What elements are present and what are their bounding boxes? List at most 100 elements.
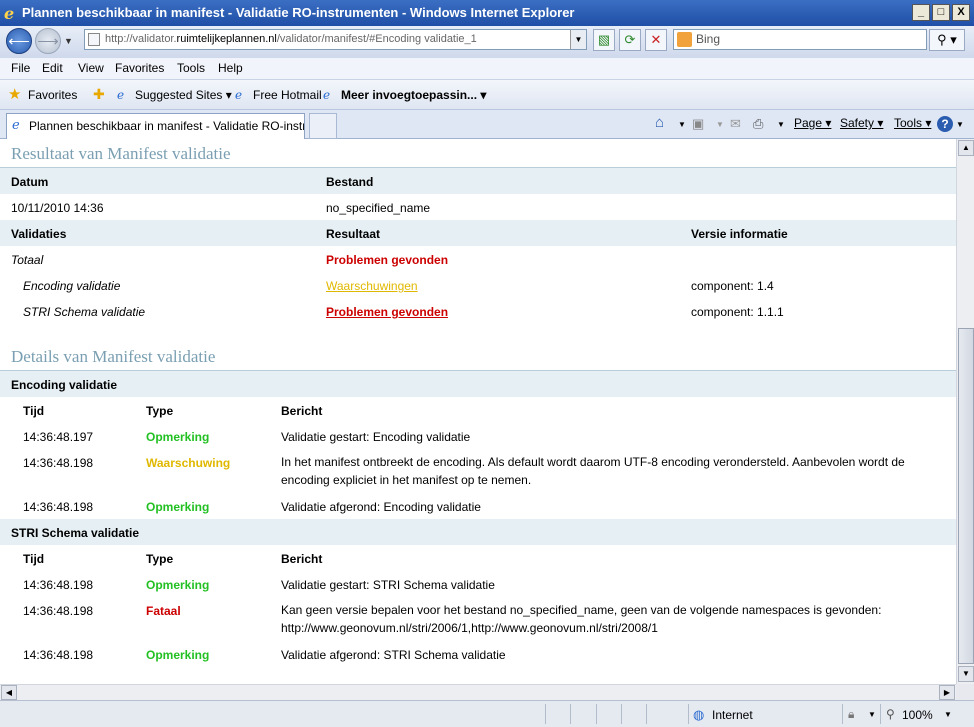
page-content: Resultaat van Manifest validatie Datum B… — [0, 139, 956, 684]
stop-icon[interactable]: ✕ — [645, 29, 667, 51]
protected-mode-icon[interactable]: 🔒︎ — [848, 707, 854, 722]
result-section-title: Resultaat van Manifest validatie — [11, 144, 231, 163]
page-icon — [88, 33, 100, 46]
print-dropdown-icon[interactable]: ▼ — [777, 120, 785, 129]
scroll-left-icon[interactable]: ◀ — [1, 685, 17, 700]
refresh-icon[interactable]: ⟳ — [619, 29, 641, 51]
validation-version: component: 1.1.1 — [691, 305, 784, 319]
ie-logo-icon: e — [4, 4, 15, 23]
tools-menu[interactable]: Tools ▾ — [894, 116, 931, 130]
col-bericht: Bericht — [281, 552, 323, 566]
zoom-level[interactable]: 100% — [902, 708, 933, 722]
stri-title: STRI Schema validatie — [11, 526, 140, 540]
free-hotmail-link[interactable]: Free Hotmail — [253, 88, 322, 102]
status-divider — [688, 704, 689, 724]
new-tab-button[interactable] — [309, 113, 337, 139]
search-input[interactable]: Bing — [673, 29, 927, 50]
add-favorite-icon[interactable]: ✚ — [93, 86, 105, 103]
help-dropdown-icon[interactable]: ▼ — [956, 120, 964, 129]
page-menu[interactable]: Page ▾ — [794, 116, 831, 130]
menu-help[interactable]: Help — [218, 61, 243, 75]
forward-button[interactable]: ⟶ — [35, 28, 61, 54]
ie-icon: e — [323, 88, 331, 102]
msg-type: Opmerking — [146, 500, 210, 514]
msg-text: Validatie gestart: STRI Schema validatie — [281, 578, 495, 592]
home-icon[interactable]: ⌂ — [655, 114, 664, 131]
vertical-scrollbar[interactable]: ▲ ▼ — [956, 139, 974, 684]
col-type: Type — [146, 552, 174, 566]
search-button[interactable]: ⚲ ▾ — [929, 29, 965, 51]
address-dropdown-icon[interactable]: ▼ — [570, 30, 586, 49]
scroll-thumb[interactable] — [958, 328, 974, 664]
encoding-title: Encoding validatie — [11, 378, 118, 392]
msg-type: Waarschuwing — [146, 456, 231, 470]
scroll-right-icon[interactable]: ▶ — [939, 685, 955, 700]
status-divider — [621, 704, 622, 724]
url-domain: ruimtelijkeplannen.nl — [176, 33, 277, 45]
tab-title: Plannen beschikbaar in manifest - Valida… — [29, 119, 305, 133]
validation-result-link[interactable]: Problemen gevonden — [326, 305, 448, 319]
ie-icon: e — [12, 118, 20, 133]
feeds-icon[interactable]: ▣ — [692, 116, 704, 132]
horizontal-scrollbar[interactable]: ◀ ▶ — [0, 684, 956, 700]
minimize-button[interactable]: _ — [912, 4, 930, 21]
col-tijd: Tijd — [23, 404, 45, 418]
address-input[interactable]: http://validator.ruimtelijkeplannen.nl/v… — [84, 29, 587, 50]
msg-text: Kan geen versie bepalen voor het bestand… — [281, 603, 882, 635]
col-versie: Versie informatie — [691, 227, 788, 241]
msg-text: Validatie gestart: Encoding validatie — [281, 430, 471, 444]
help-icon[interactable]: ? — [937, 116, 953, 132]
print-icon[interactable]: ⎙ — [753, 116, 763, 132]
feeds-dropdown-icon[interactable]: ▼ — [716, 120, 724, 129]
subsection-band — [0, 519, 956, 545]
search-placeholder: Bing — [696, 32, 721, 46]
tab-bar: e Plannen beschikbaar in manifest - Vali… — [0, 110, 974, 139]
menu-edit[interactable]: Edit — [42, 61, 63, 75]
back-button[interactable]: ⟵ — [6, 28, 32, 54]
details-section-title: Details van Manifest validatie — [11, 347, 216, 366]
msg-time: 14:36:48.198 — [23, 648, 94, 662]
header-band — [0, 220, 956, 246]
tab-active[interactable]: e Plannen beschikbaar in manifest - Vali… — [6, 113, 305, 139]
validation-name: Totaal — [11, 253, 44, 267]
compatibility-view-icon[interactable]: ▧ — [593, 29, 615, 51]
bestand-value: no_specified_name — [326, 201, 431, 215]
url-prefix: http://validator. — [105, 33, 177, 45]
scroll-up-icon[interactable]: ▲ — [958, 140, 974, 156]
scroll-corner — [956, 684, 974, 700]
col-bericht: Bericht — [281, 404, 323, 418]
msg-time: 14:36:48.198 — [23, 456, 94, 470]
col-validaties: Validaties — [11, 227, 67, 241]
favorites-bar: ★ Favorites ✚ e Suggested Sites ▾ e Free… — [0, 80, 974, 110]
zoom-dropdown-icon[interactable]: ▼ — [944, 710, 952, 719]
validation-name: Encoding validatie — [23, 279, 121, 293]
url-suffix: /validator/manifest/#Encoding validatie_… — [276, 33, 477, 45]
menu-view[interactable]: View — [78, 61, 104, 75]
favorites-star-icon[interactable]: ★ — [8, 85, 21, 103]
suggested-sites-link[interactable]: Suggested Sites ▾ — [135, 88, 232, 102]
safety-menu[interactable]: Safety ▾ — [840, 116, 883, 130]
validation-result: Problemen gevonden — [326, 253, 449, 267]
col-type: Type — [146, 404, 174, 418]
validation-result-link[interactable]: Waarschuwingen — [326, 279, 418, 293]
address-toolbar: ⟵ ⟶ ▼ http://validator.ruimtelijkeplanne… — [0, 26, 974, 58]
favorites-button[interactable]: Favorites — [28, 88, 77, 102]
menu-bar: File Edit View Favorites Tools Help — [0, 58, 974, 80]
home-dropdown-icon[interactable]: ▼ — [678, 120, 686, 129]
menu-tools[interactable]: Tools — [177, 61, 205, 75]
zoom-icon[interactable]: ⚲ — [886, 707, 895, 721]
mail-icon[interactable]: ✉ — [730, 116, 741, 132]
menu-favorites[interactable]: Favorites — [115, 61, 164, 75]
menu-file[interactable]: File — [11, 61, 30, 75]
window-controls: _ □ X — [912, 4, 970, 21]
ie-icon: e — [117, 88, 125, 102]
window-titlebar: e Plannen beschikbaar in manifest - Vali… — [0, 0, 974, 26]
status-divider — [842, 704, 843, 724]
maximize-button[interactable]: □ — [932, 4, 950, 21]
msg-type: Opmerking — [146, 648, 210, 662]
addons-link[interactable]: Meer invoegtoepassin... ▾ — [341, 88, 486, 102]
close-button[interactable]: X — [952, 4, 970, 21]
history-dropdown-icon[interactable]: ▼ — [64, 36, 73, 46]
scroll-down-icon[interactable]: ▼ — [958, 666, 974, 682]
protected-dropdown-icon[interactable]: ▼ — [868, 710, 876, 719]
